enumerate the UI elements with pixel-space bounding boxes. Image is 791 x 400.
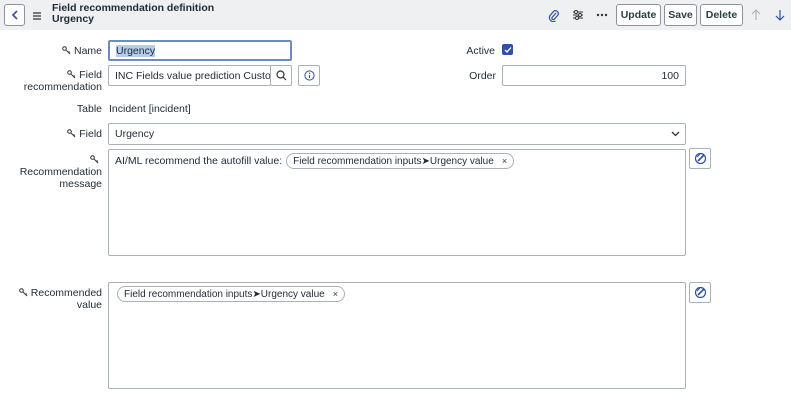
recommendation-message-text: AI/ML recommend the autofill value: xyxy=(115,155,283,167)
arrow-up-icon[interactable] xyxy=(748,7,764,23)
info-icon xyxy=(303,70,315,81)
recommendation-message-label-line1: Recommendation xyxy=(19,166,102,178)
field-recommendation-label: Field recommendation xyxy=(20,69,102,93)
more-options-icon[interactable] xyxy=(594,7,610,23)
active-label: Active xyxy=(466,45,495,57)
checkmark-icon xyxy=(504,46,511,53)
pill-label: Field recommendation inputs➤Urgency valu… xyxy=(293,155,494,167)
form-header: Field recommendation definition Urgency … xyxy=(0,0,791,30)
recommended-value-pill[interactable]: Field recommendation inputs➤Urgency valu… xyxy=(117,286,345,302)
name-label-text: Name xyxy=(73,45,102,57)
record-name: Urgency xyxy=(52,13,95,25)
lookup-button[interactable] xyxy=(270,65,292,86)
table-label: Table xyxy=(76,103,102,115)
variable-picker-icon xyxy=(694,152,706,165)
info-button[interactable] xyxy=(298,65,320,86)
name-label: Name xyxy=(40,45,102,57)
field-recommendation-value: INC Fields value prediction CustomM xyxy=(115,69,271,82)
recommendation-message-pill[interactable]: Field recommendation inputs➤Urgency valu… xyxy=(286,153,515,169)
variable-picker-icon xyxy=(694,286,706,299)
search-icon xyxy=(275,70,286,81)
recommendation-message-label-line2: message xyxy=(59,178,102,190)
arrow-down-icon[interactable] xyxy=(772,7,788,23)
recommended-value-label: Recommended value xyxy=(10,287,102,311)
pill-label: Field recommendation inputs➤Urgency valu… xyxy=(124,288,325,300)
variable-picker-button[interactable] xyxy=(689,148,711,169)
update-button[interactable]: Update xyxy=(616,4,661,26)
pill-remove-icon[interactable]: × xyxy=(502,156,507,166)
recommendation-message-label: Recommendation message xyxy=(10,154,102,190)
name-input[interactable]: Urgency xyxy=(108,40,292,61)
field-recommendation-input[interactable]: INC Fields value prediction CustomM xyxy=(108,65,271,86)
settings-sliders-icon[interactable] xyxy=(570,7,586,23)
recommendation-message-field[interactable]: AI/ML recommend the autofill value: Fiel… xyxy=(108,149,686,256)
pill-remove-icon[interactable]: × xyxy=(333,289,338,299)
field-recommendation-label-line1: Field xyxy=(79,69,102,81)
order-input[interactable]: 100 xyxy=(502,65,686,86)
save-button[interactable]: Save xyxy=(664,4,697,26)
back-button[interactable] xyxy=(4,4,25,26)
mandatory-lock-icon xyxy=(90,155,99,164)
field-recommendation-label-line2: recommendation xyxy=(23,81,102,93)
chevron-down-icon xyxy=(671,131,680,137)
menu-icon[interactable] xyxy=(32,8,44,20)
order-value: 100 xyxy=(661,69,679,82)
paperclip-icon[interactable] xyxy=(546,7,562,23)
field-label: Field xyxy=(40,128,102,140)
order-label: Order xyxy=(469,70,496,82)
recommended-value-field[interactable]: Field recommendation inputs➤Urgency valu… xyxy=(108,282,686,389)
variable-picker-button[interactable] xyxy=(689,282,711,303)
chevron-left-icon xyxy=(11,10,18,20)
field-label-text: Field xyxy=(79,128,102,140)
mandatory-lock-icon xyxy=(67,70,76,79)
table-value: Incident [incident] xyxy=(109,103,191,115)
delete-button[interactable]: Delete xyxy=(700,4,743,26)
page-title: Field recommendation definition Urgency xyxy=(52,3,214,25)
mandatory-lock-icon xyxy=(18,288,28,297)
mandatory-lock-icon xyxy=(62,46,71,55)
field-select-value: Urgency xyxy=(115,128,155,140)
recommended-value-label-line1: Recommended xyxy=(30,287,102,299)
field-select[interactable]: Urgency xyxy=(108,123,686,145)
name-value: Urgency xyxy=(116,44,156,57)
recommended-value-label-line2: value xyxy=(76,299,102,311)
mandatory-lock-icon xyxy=(67,129,76,138)
active-checkbox[interactable] xyxy=(502,44,513,55)
